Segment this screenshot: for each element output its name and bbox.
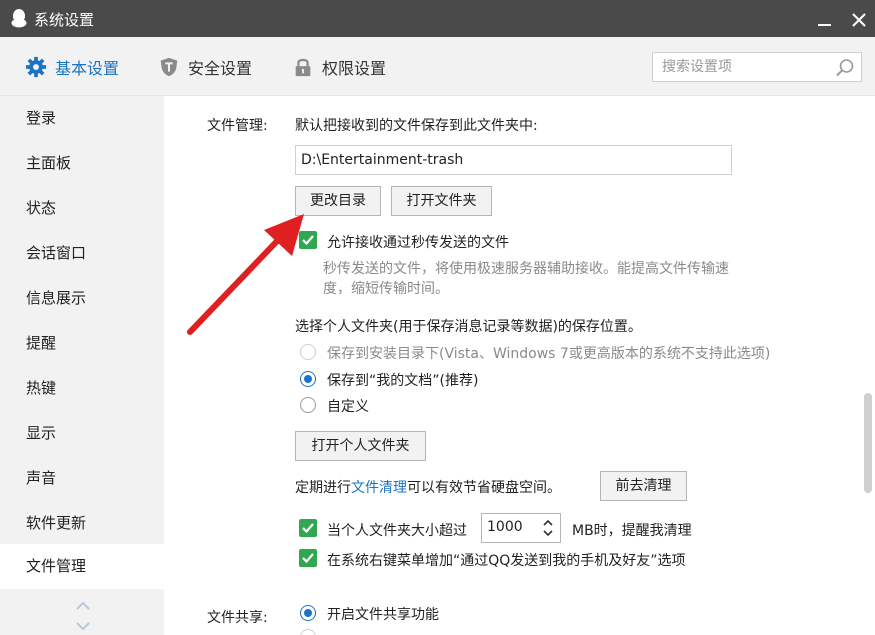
minimize-button[interactable] [812,6,838,32]
size-alert-checkbox[interactable] [299,519,317,537]
radio-my-documents[interactable] [300,371,316,387]
enable-file-share-radio[interactable] [300,605,316,621]
checkmark-icon [302,553,314,564]
personal-folder-prompt: 选择个人文件夹(用于保存消息记录等数据)的保存位置。 [295,319,642,335]
sidebar-item-info-display[interactable]: 信息展示 [0,276,164,321]
lock-icon [295,58,311,77]
cleanup-hint: 定期进行文件清理可以有效节省硬盘空间。 [295,477,561,497]
tab-label: 基本设置 [55,59,120,78]
instant-transfer-description-line2: 度，缩短传输时间。 [323,281,449,297]
sidebar-item-hotkeys[interactable]: 热键 [0,366,164,411]
size-limit-stepper[interactable]: 1000 [481,513,561,543]
search-input[interactable] [653,53,833,81]
sidebar-item-reminders[interactable]: 提醒 [0,321,164,366]
tab-security-settings[interactable]: 安全设置 [158,55,252,79]
gear-icon [25,56,47,78]
size-alert-label-suffix: MB时，提醒我清理 [572,523,692,539]
sidebar: 登录 主面板 状态 会话窗口 信息展示 提醒 热键 显示 声音 软件更新 文件管… [0,96,164,635]
open-folder-button[interactable]: 打开文件夹 [391,186,492,216]
qq-penguin-icon [11,9,27,28]
context-menu-label: 在系统右键菜单增加“通过QQ发送到我的手机及好友”选项 [327,553,686,569]
download-path-field[interactable]: D:\Entertainment-trash [295,145,732,175]
cleanup-hint-suffix: 可以有效节省硬盘空间。 [407,480,561,496]
settings-search [652,52,862,82]
radio-my-documents-label: 保存到“我的文档”(推荐) [327,373,479,389]
window-title: 系统设置 [34,11,95,29]
size-limit-value: 1000 [487,519,523,535]
tab-basic-settings[interactable]: 基本设置 [25,55,119,79]
sidebar-item-display[interactable]: 显示 [0,411,164,456]
radio-custom-label: 自定义 [327,399,369,415]
tab-label: 安全设置 [188,59,253,78]
file-cleanup-link[interactable]: 文件清理 [351,480,407,496]
open-personal-folder-button[interactable]: 打开个人文件夹 [295,431,426,461]
context-menu-checkbox[interactable] [299,549,317,567]
sidebar-scroll-arrows-icon[interactable] [74,600,92,632]
enable-file-share-label: 开启文件共享功能 [327,607,439,623]
sidebar-item-sound[interactable]: 声音 [0,456,164,501]
sidebar-item-login[interactable]: 登录 [0,96,164,141]
tab-permission-settings[interactable]: 权限设置 [292,55,386,79]
shield-icon [160,57,178,77]
close-button[interactable] [846,6,872,32]
sidebar-item-status[interactable]: 状态 [0,186,164,231]
content-scrollbar-thumb[interactable] [864,393,872,493]
tab-label: 权限设置 [322,59,387,78]
checkmark-icon [302,235,314,246]
sidebar-item-chat-window[interactable]: 会话窗口 [0,231,164,276]
cleanup-hint-prefix: 定期进行 [295,480,351,496]
settings-tab-bar: 基本设置 安全设置 权限设置 [0,37,875,96]
file-share-section-label: 文件共享: [207,610,268,626]
instant-transfer-description-line1: 秒传发送的文件，将使用极速服务器辅助接收。能提高文件传输速 [323,261,729,277]
title-bar: 系统设置 [0,0,875,37]
sidebar-item-software-update[interactable]: 软件更新 [0,501,164,546]
checkmark-icon [302,523,314,534]
instant-transfer-label: 允许接收通过秒传发送的文件 [327,235,509,251]
change-directory-button[interactable]: 更改目录 [295,186,381,216]
radio-install-directory-label: 保存到安装目录下(Vista、Windows 7或更高版本的系统不支持此选项) [327,346,771,362]
stepper-arrows-icon[interactable] [542,517,554,539]
go-cleanup-button[interactable]: 前去清理 [600,471,687,501]
sidebar-item-main-panel[interactable]: 主面板 [0,141,164,186]
instant-transfer-checkbox[interactable] [299,231,317,249]
radio-custom[interactable] [300,397,316,413]
search-icon[interactable] [835,58,855,78]
radio-install-directory [300,344,316,360]
save-location-hint: 默认把接收到的文件保存到此文件夹中: [295,118,538,134]
file-management-section-label: 文件管理: [207,118,268,134]
file-share-secondary-radio [300,629,316,635]
sidebar-item-file-management[interactable]: 文件管理 [0,544,164,589]
size-alert-label-prefix: 当个人文件夹大小超过 [327,523,467,539]
file-management-panel: 文件管理: 默认把接收到的文件保存到此文件夹中: D:\Entertainmen… [164,96,875,635]
close-icon [852,13,866,27]
